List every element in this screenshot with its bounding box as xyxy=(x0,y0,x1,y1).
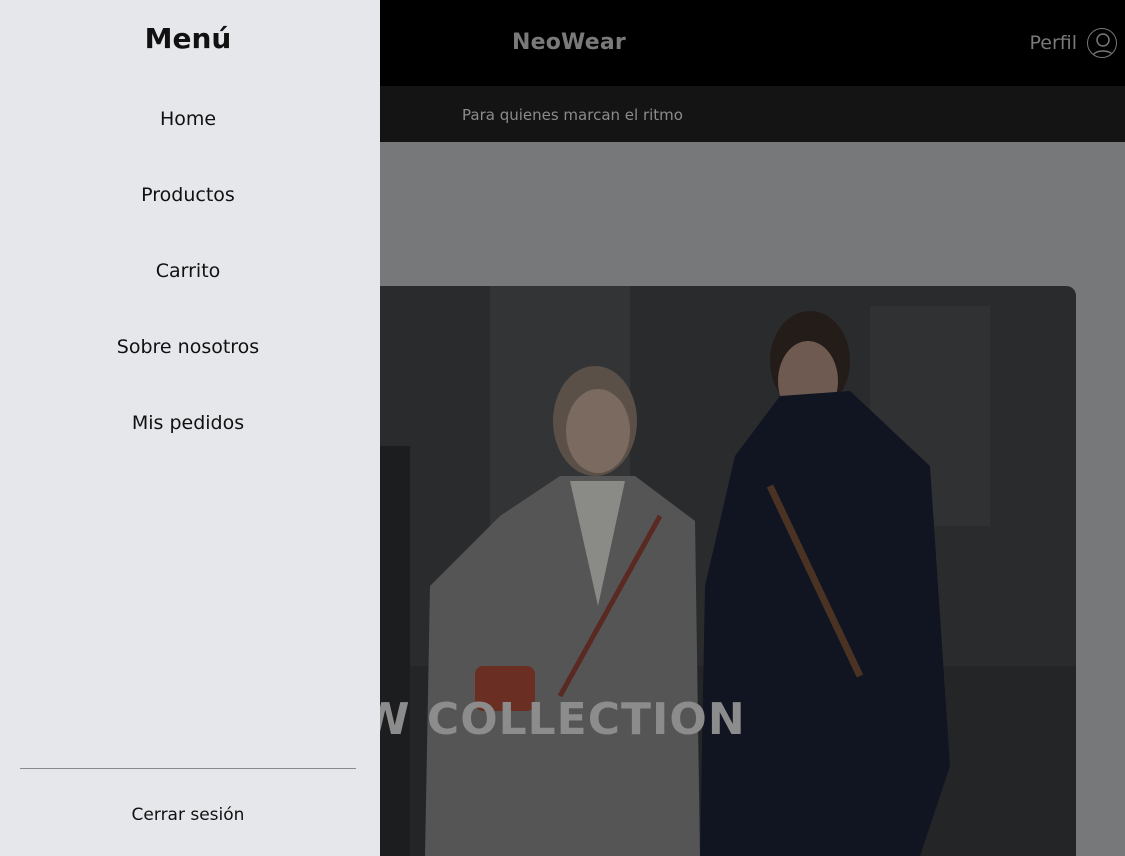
logout-button[interactable]: Cerrar sesión xyxy=(0,805,376,825)
menu-item-sobre-nosotros[interactable]: Sobre nosotros xyxy=(0,336,376,358)
profile-label: Perfil xyxy=(1029,32,1077,54)
hero-title: EW COLLECTION xyxy=(330,694,746,745)
drawer-title: Menú xyxy=(144,22,232,55)
profile-button[interactable]: Perfil xyxy=(1029,26,1117,60)
menu-item-home[interactable]: Home xyxy=(0,108,376,130)
brand-logo[interactable]: NeoWear xyxy=(512,30,626,55)
hero-image xyxy=(330,286,1076,856)
hero-banner[interactable] xyxy=(330,286,1076,856)
tagline: Para quienes marcan el ritmo xyxy=(462,106,683,124)
menu-item-mis-pedidos[interactable]: Mis pedidos xyxy=(0,412,376,434)
menu-item-carrito[interactable]: Carrito xyxy=(0,260,376,282)
menu-item-productos[interactable]: Productos xyxy=(0,184,376,206)
user-circle-icon xyxy=(1087,28,1117,58)
side-drawer: Menú Home Productos Carrito Sobre nosotr… xyxy=(0,0,380,856)
drawer-divider xyxy=(20,768,356,769)
